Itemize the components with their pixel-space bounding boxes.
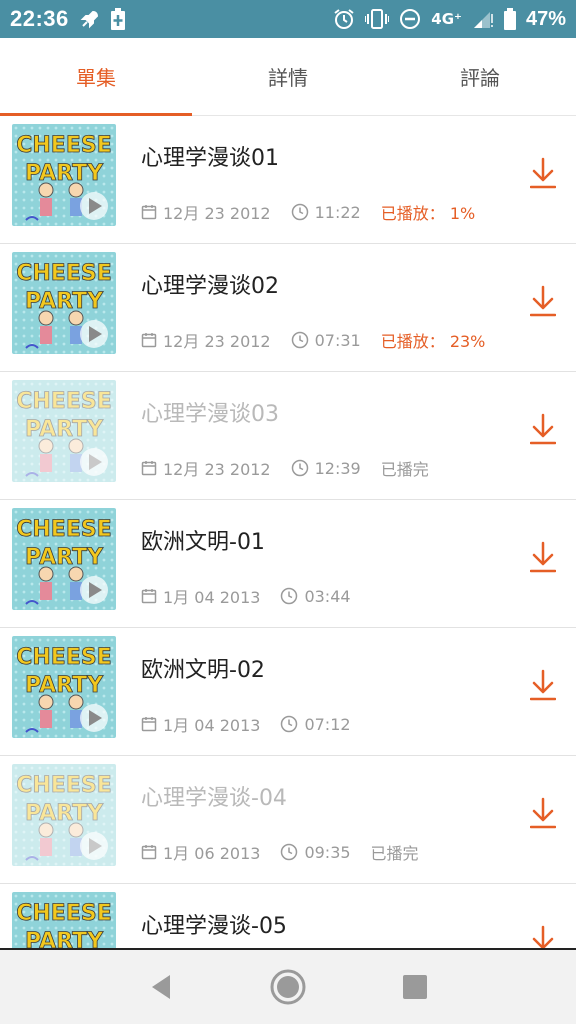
episode-thumbnail[interactable]: CHEESE PARTY [12, 892, 116, 948]
episode-title: 心理学漫谈02 [141, 274, 279, 299]
calendar-icon [141, 460, 157, 476]
thumbnail-line2: PARTY [25, 417, 104, 442]
clock-icon [291, 331, 309, 349]
thumbnail-line1: CHEESE [16, 389, 112, 414]
back-triangle-icon[interactable] [148, 973, 174, 1001]
thumbnail-line1: CHEESE [16, 261, 112, 286]
episode-row[interactable]: CHEESE PARTY 欧洲文明-01 1月 04 2013 03:44 [0, 500, 576, 628]
thumbnail-line1: CHEESE [16, 645, 112, 670]
calendar-icon [141, 588, 157, 604]
thumbnail-line1: CHEESE [16, 901, 112, 926]
thumbnail-line1: CHEESE [16, 133, 112, 158]
episode-row[interactable]: CHEESE PARTY 心理学漫谈01 12月 23 2012 11:22 已播放： 1… [0, 116, 576, 244]
episode-title: 欧洲文明-02 [141, 658, 265, 683]
episode-meta: 1月 04 2013 03:44 [141, 584, 371, 608]
signal-icon [472, 8, 494, 30]
thumbnail-line2: PARTY [25, 545, 104, 570]
download-arrow-icon[interactable] [530, 284, 556, 318]
episode-date: 12月 23 2012 [163, 460, 271, 479]
rocket-icon [79, 8, 101, 30]
episode-duration: 09:35 [304, 842, 351, 862]
thumbnail-line2: PARTY [25, 929, 104, 948]
episode-date: 1月 04 2013 [163, 716, 261, 735]
download-arrow-icon[interactable] [530, 540, 556, 574]
episode-row[interactable]: CHEESE PARTY 心理学漫谈-04 1月 06 2013 09:35 已播完 [0, 756, 576, 884]
battery-icon [503, 8, 516, 30]
episode-title: 心理学漫谈01 [141, 146, 279, 171]
episode-row[interactable]: CHEESE PARTY 心理学漫谈03 12月 23 2012 12:39 已播完 [0, 372, 576, 500]
battery-percent: 47% [525, 7, 566, 30]
download-arrow-icon[interactable] [530, 796, 556, 830]
alarm-icon [333, 8, 355, 30]
battery-charging-icon [110, 8, 125, 30]
episode-title: 心理学漫谈-04 [141, 786, 287, 811]
episode-thumbnail[interactable]: CHEESE PARTY [12, 636, 116, 738]
episode-date: 1月 04 2013 [163, 588, 261, 607]
episode-title: 心理学漫谈03 [141, 402, 279, 427]
episode-meta: 12月 23 2012 07:31 已播放： 23% [141, 328, 485, 352]
thumbnail-line2: PARTY [25, 801, 104, 826]
episode-thumbnail[interactable]: CHEESE PARTY [12, 380, 116, 482]
thumbnail-line1: CHEESE [16, 773, 112, 798]
episode-meta: 1月 06 2013 09:35 已播完 [141, 840, 419, 864]
episode-list: CHEESE PARTY 心理学漫谈01 12月 23 2012 11:22 已播放： 1… [0, 116, 576, 948]
episode-title: 欧洲文明-01 [141, 530, 265, 555]
tab-comments[interactable]: 評論 [384, 38, 576, 115]
episode-meta: 12月 23 2012 11:22 已播放： 1% [141, 200, 475, 224]
episode-row[interactable]: CHEESE PARTY 欧洲文明-02 1月 04 2013 07:12 [0, 628, 576, 756]
download-arrow-icon[interactable] [530, 156, 556, 190]
calendar-icon [141, 716, 157, 732]
episode-row[interactable]: CHEESE PARTY 心理学漫谈02 12月 23 2012 07:31 已播放： 2… [0, 244, 576, 372]
episode-date: 12月 23 2012 [163, 204, 271, 223]
episode-duration: 07:31 [314, 330, 361, 350]
episode-meta: 1月 04 2013 07:12 [141, 712, 371, 736]
download-arrow-icon[interactable] [530, 412, 556, 446]
episode-row[interactable]: CHEESE PARTY 心理学漫谈-05 [0, 884, 576, 948]
calendar-icon [141, 844, 157, 860]
episode-meta: 12月 23 2012 12:39 已播完 [141, 456, 429, 480]
download-arrow-icon[interactable] [530, 924, 556, 948]
vibrate-icon [365, 8, 390, 30]
clock-icon [291, 203, 309, 221]
thumbnail-line2: PARTY [25, 673, 104, 698]
tab-details[interactable]: 詳情 [192, 38, 384, 115]
status-time: 22:36 [10, 6, 69, 31]
episode-duration: 07:12 [304, 714, 351, 734]
episode-thumbnail[interactable]: CHEESE PARTY [12, 124, 116, 226]
episode-date: 1月 06 2013 [163, 844, 261, 863]
home-circle-icon[interactable] [269, 968, 307, 1006]
recents-square-icon[interactable] [402, 974, 428, 1000]
episode-duration: 12:39 [314, 458, 361, 478]
thumbnail-line2: PARTY [25, 161, 104, 186]
thumbnail-line1: CHEESE [16, 517, 112, 542]
tab-episodes[interactable]: 單集 [0, 38, 192, 116]
download-arrow-icon[interactable] [530, 668, 556, 702]
episode-thumbnail[interactable]: CHEESE PARTY [12, 252, 116, 354]
clock-icon [280, 843, 298, 861]
episode-thumbnail[interactable]: CHEESE PARTY [12, 764, 116, 866]
episode-date: 12月 23 2012 [163, 332, 271, 351]
episode-duration: 11:22 [314, 202, 361, 222]
episode-progress: 已播放： 23% [380, 332, 486, 351]
tab-bar: 單集 詳情 評論 [0, 38, 576, 116]
episode-progress: 已播完 [370, 844, 419, 863]
calendar-icon [141, 204, 157, 220]
thumbnail-line2: PARTY [25, 289, 104, 314]
do-not-disturb-icon [399, 8, 421, 30]
episode-progress: 已播完 [380, 460, 429, 479]
calendar-icon [141, 332, 157, 348]
clock-icon [280, 587, 298, 605]
system-nav-bar [0, 948, 576, 1024]
clock-icon [291, 459, 309, 477]
status-bar: 22:36 4G⁺ 47% [0, 0, 576, 38]
network-type: 4G⁺ [431, 10, 462, 28]
episode-title: 心理学漫谈-05 [141, 914, 287, 939]
episode-thumbnail[interactable]: CHEESE PARTY [12, 508, 116, 610]
clock-icon [280, 715, 298, 733]
episode-duration: 03:44 [304, 586, 351, 606]
episode-progress: 已播放： 1% [380, 204, 476, 223]
